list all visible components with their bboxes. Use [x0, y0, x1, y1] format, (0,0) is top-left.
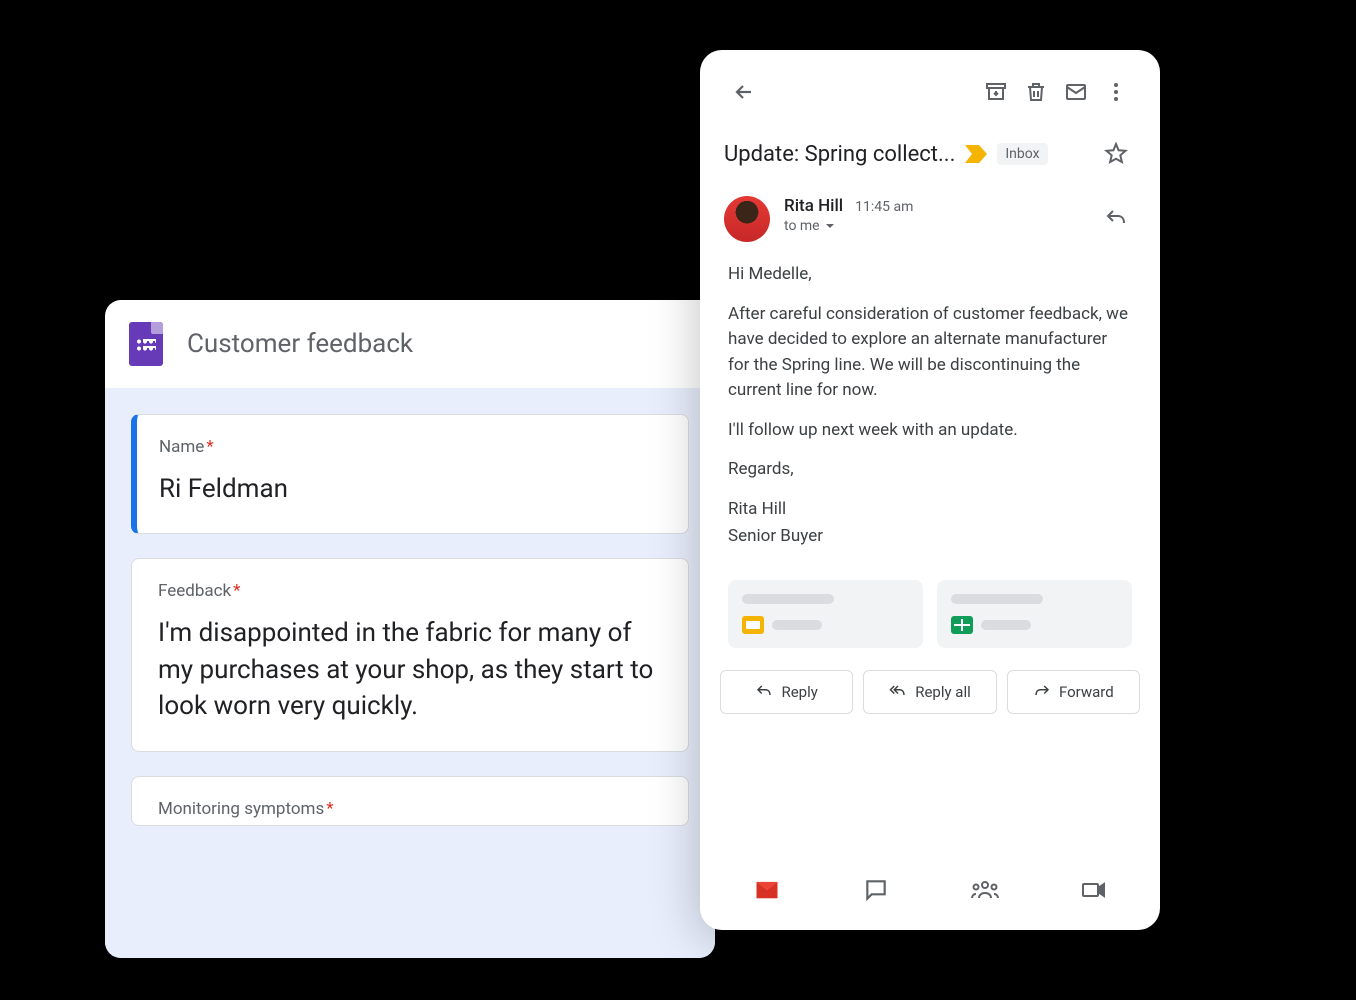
back-icon[interactable]: [724, 72, 764, 112]
question-card-name[interactable]: Name* Ri Feldman: [131, 414, 689, 534]
signature-title: Senior Buyer: [728, 524, 1132, 550]
forms-header: Customer feedback: [105, 300, 715, 388]
chevron-down-icon: [824, 220, 836, 232]
attachment-placeholder-line: [951, 594, 1043, 604]
question-card-feedback[interactable]: Feedback* I'm disappointed in the fabric…: [131, 558, 689, 751]
more-icon[interactable]: [1096, 72, 1136, 112]
attachments-row: [700, 574, 1160, 666]
body-paragraph: After careful consideration of customer …: [728, 302, 1132, 404]
forward-button[interactable]: Forward: [1007, 670, 1140, 714]
signature-name: Rita Hill: [728, 497, 1132, 523]
sender-avatar[interactable]: [724, 196, 770, 242]
question-label: Feedback*: [158, 581, 662, 601]
reply-icon[interactable]: [1096, 196, 1136, 236]
nav-mail-icon[interactable]: [747, 870, 787, 910]
nav-spaces-icon[interactable]: [965, 870, 1005, 910]
gmail-window: Update: Spring collect... Inbox Rita Hil…: [700, 50, 1160, 930]
question-card-next[interactable]: Monitoring symptoms*: [131, 776, 689, 826]
gmail-topbar: [700, 50, 1160, 126]
subject-row: Update: Spring collect... Inbox: [700, 126, 1160, 192]
reply-all-button[interactable]: Reply all: [863, 670, 996, 714]
question-label: Monitoring symptoms*: [158, 799, 662, 819]
body-paragraph: I'll follow up next week with an update.: [728, 418, 1132, 444]
sender-time: 11:45 am: [855, 199, 913, 215]
google-slides-icon: [742, 616, 764, 634]
important-marker-icon[interactable]: [965, 145, 987, 163]
sender-row: Rita Hill 11:45 am to me: [700, 192, 1160, 256]
attachment-placeholder-line: [742, 594, 834, 604]
archive-icon[interactable]: [976, 72, 1016, 112]
nav-meet-icon[interactable]: [1074, 870, 1114, 910]
delete-icon[interactable]: [1016, 72, 1056, 112]
attachment-placeholder-line: [772, 620, 822, 630]
google-sheets-icon: [951, 616, 973, 634]
recipient-dropdown[interactable]: to me: [784, 218, 1082, 234]
inbox-label[interactable]: Inbox: [997, 143, 1047, 165]
attachment-sheets[interactable]: [937, 580, 1132, 648]
forms-title: Customer feedback: [187, 329, 413, 359]
nav-chat-icon[interactable]: [856, 870, 896, 910]
mark-unread-icon[interactable]: [1056, 72, 1096, 112]
attachment-slides[interactable]: [728, 580, 923, 648]
question-label: Name*: [159, 437, 662, 457]
bottom-nav: [700, 855, 1160, 930]
forms-body: Name* Ri Feldman Feedback* I'm disappoin…: [105, 388, 715, 958]
body-signoff: Regards,: [728, 457, 1132, 483]
email-subject: Update: Spring collect...: [724, 142, 955, 167]
sender-name[interactable]: Rita Hill: [784, 196, 843, 216]
forms-window: Customer feedback Name* Ri Feldman Feedb…: [105, 300, 715, 958]
google-forms-icon: [129, 322, 163, 366]
body-greeting: Hi Medelle,: [728, 262, 1132, 288]
reply-button[interactable]: Reply: [720, 670, 853, 714]
attachment-placeholder-line: [981, 620, 1031, 630]
email-body: Hi Medelle, After careful consideration …: [700, 256, 1160, 574]
question-answer[interactable]: I'm disappointed in the fabric for many …: [158, 615, 662, 724]
question-answer[interactable]: Ri Feldman: [159, 471, 662, 507]
star-icon[interactable]: [1096, 134, 1136, 174]
reply-actions-row: Reply Reply all Forward: [700, 666, 1160, 730]
